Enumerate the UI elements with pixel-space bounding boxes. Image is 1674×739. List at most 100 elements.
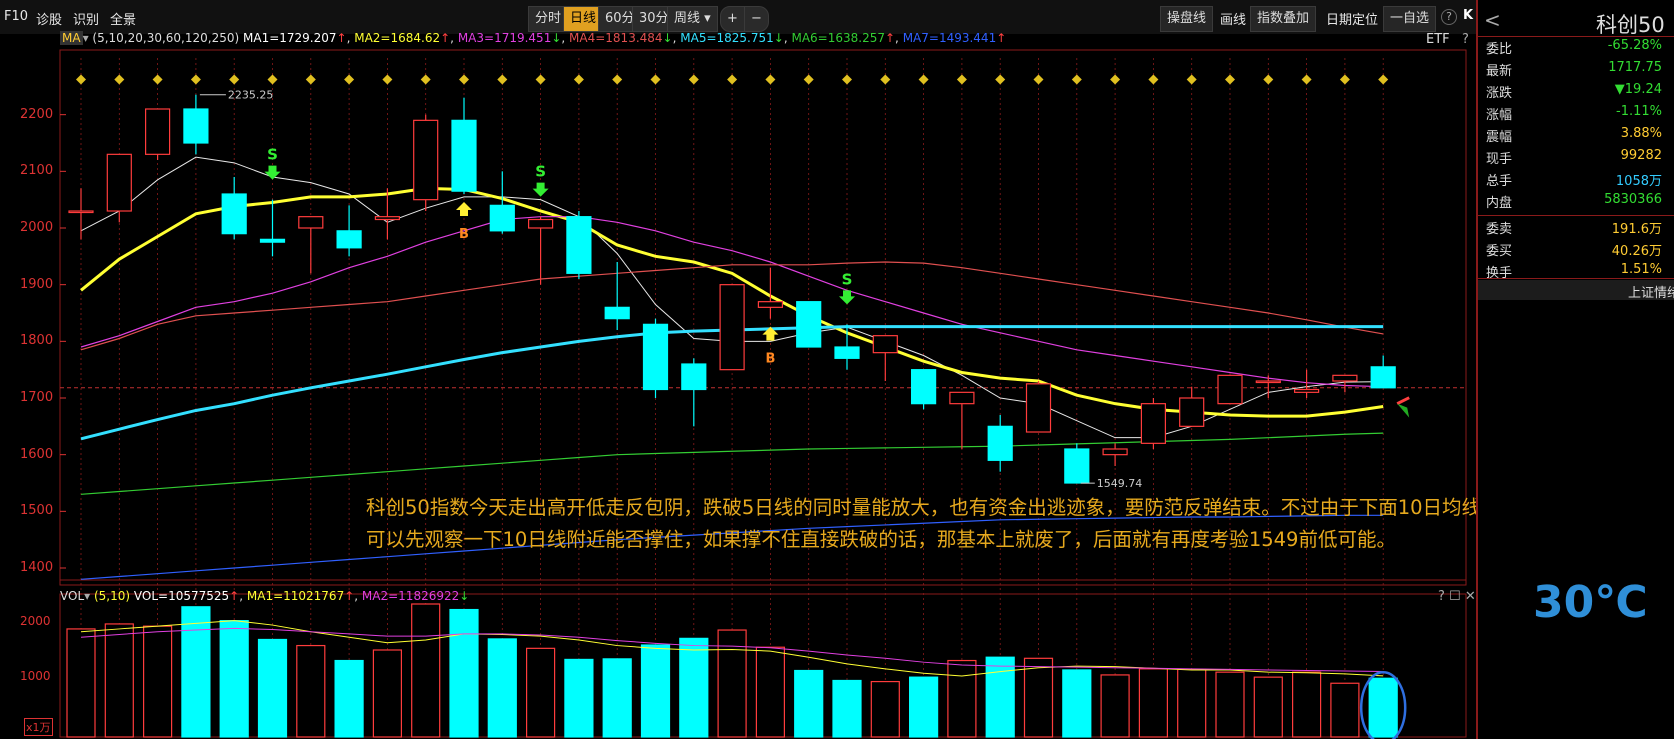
f10-button[interactable]: F10 — [4, 9, 28, 24]
volume-bar — [296, 644, 326, 738]
trade-line-button[interactable]: 操盘线 — [1160, 6, 1214, 32]
candle-body — [145, 108, 171, 155]
candle-body — [1217, 374, 1243, 405]
candle-body — [527, 218, 554, 229]
period-minute[interactable]: 分时 — [528, 6, 569, 32]
event-diamond — [1225, 74, 1235, 85]
quote-key: 涨跌 — [1486, 86, 1513, 101]
help-icon[interactable]: ? — [1441, 9, 1457, 25]
event-diamond — [305, 74, 316, 85]
vol-controls[interactable]: ? ☐ ✕ — [1438, 589, 1476, 604]
event-diamond — [1263, 74, 1274, 85]
candle-body — [910, 369, 937, 405]
vol-value: VOL=10577525 — [133, 589, 230, 603]
price-axis-label: 1700 — [20, 390, 54, 405]
volume-bar — [794, 669, 824, 738]
event-diamond — [344, 74, 355, 85]
sentiment-header[interactable]: 上证情绪 — [1478, 280, 1674, 301]
volume-bar — [985, 656, 1015, 738]
quote-key: 委卖 — [1486, 222, 1513, 237]
volume-bar — [1291, 671, 1322, 738]
price-axis-label: 1400 — [20, 560, 54, 575]
candle-body — [489, 204, 515, 232]
volume-bar — [832, 679, 862, 738]
index-overlay-button[interactable]: 指数叠加 — [1250, 6, 1317, 32]
draw-line-button[interactable]: 画线 — [1220, 9, 1246, 28]
vol-label-2000: 2000 — [20, 614, 51, 628]
volume-bar — [1100, 674, 1130, 738]
vol-legend: VOL▾ (5,10) VOL=10577525↑, MA1=11021767↑… — [60, 589, 470, 603]
quote-row: 涨幅 -1.11% — [1478, 104, 1670, 126]
period-daily[interactable]: 日线 — [563, 6, 604, 32]
quote-value: 40.26万 — [1611, 244, 1662, 259]
price-axis-label: 1600 — [20, 446, 54, 462]
period-weekly[interactable]: 周线 ▾ — [667, 6, 718, 32]
zoom-in-button[interactable]: + — [720, 6, 745, 32]
top-toolbar: F10 诊股 识别 全景 分时 日线 60分 30分 周线 ▾ + − 操盘线 … — [0, 0, 1674, 34]
candle-body — [259, 238, 286, 243]
quote-key: 震幅 — [1486, 130, 1513, 145]
divider — [1478, 215, 1674, 216]
event-diamond — [114, 74, 125, 85]
quote-row: 委买 40.26万 — [1478, 240, 1670, 262]
panorama-button[interactable]: 全景 — [110, 9, 136, 28]
event-diamond — [1110, 74, 1121, 85]
diagnose-button[interactable]: 诊股 — [36, 9, 62, 28]
price-chart[interactable]: 2235.25 1549.74 S B S B S — [0, 34, 1474, 739]
date-locate-button[interactable]: 日期定位 — [1326, 9, 1378, 28]
event-diamond — [1301, 74, 1312, 85]
candle-body — [1255, 380, 1281, 384]
quote-key: 委比 — [1486, 42, 1513, 57]
buy-arrow-icon — [456, 202, 472, 216]
quote-value: -1.11% — [1616, 104, 1662, 119]
quote-value: 1717.75 — [1608, 60, 1662, 75]
candle-body — [183, 108, 209, 144]
event-diamond — [688, 74, 699, 85]
event-diamond — [612, 74, 623, 85]
volume-bar — [1062, 669, 1092, 738]
candle-body — [68, 210, 94, 214]
volume-bar — [1177, 668, 1207, 738]
event-diamond — [727, 74, 738, 85]
candle-body — [336, 230, 362, 249]
candle-body — [566, 216, 592, 274]
sentiment-title: 上证情绪 — [1628, 286, 1674, 301]
volume-bar — [1330, 682, 1360, 738]
event-diamond — [573, 74, 584, 85]
event-diamond — [1186, 74, 1197, 85]
candle-body — [642, 323, 669, 391]
event-diamond — [267, 74, 278, 85]
event-diamond — [650, 74, 661, 85]
back-arrow-icon[interactable]: < — [1484, 8, 1501, 32]
quote-key: 最新 — [1486, 64, 1513, 79]
volume-bar — [602, 658, 632, 738]
event-diamond — [190, 74, 201, 85]
sentiment-temperature: 30℃ — [1533, 577, 1648, 628]
volume-bar — [908, 676, 939, 738]
event-diamond — [535, 74, 546, 85]
vol-unit-badge[interactable]: x1万 — [24, 718, 53, 736]
quote-row: 震幅 3.88% — [1478, 126, 1670, 148]
event-diamond — [1148, 74, 1159, 85]
event-diamond — [76, 74, 86, 85]
quote-value: 191.6万 — [1611, 222, 1662, 237]
close-icon[interactable]: K — [1463, 8, 1473, 23]
candle-body — [1293, 388, 1320, 393]
quote-value: -65.28% — [1607, 38, 1662, 53]
quote-row: 委卖 191.6万 — [1478, 218, 1670, 240]
sell-arrow-icon — [532, 182, 549, 197]
vol-selector[interactable]: VOL — [60, 589, 84, 603]
event-diamond — [918, 74, 929, 85]
event-diamond — [420, 74, 431, 85]
candle-body — [374, 216, 400, 221]
quote-row: 涨跌 ▼19.24 — [1478, 82, 1670, 104]
event-diamond — [152, 74, 163, 85]
event-diamond — [842, 74, 852, 85]
identify-button[interactable]: 识别 — [73, 9, 99, 28]
instrument-title: 科创50 — [1596, 13, 1665, 37]
event-diamond — [1339, 74, 1350, 85]
vol-params: (5,10) — [93, 589, 131, 603]
candle-body — [1179, 397, 1205, 427]
watchlist-button[interactable]: 一自选 — [1383, 6, 1437, 32]
zoom-out-button[interactable]: − — [744, 6, 769, 32]
